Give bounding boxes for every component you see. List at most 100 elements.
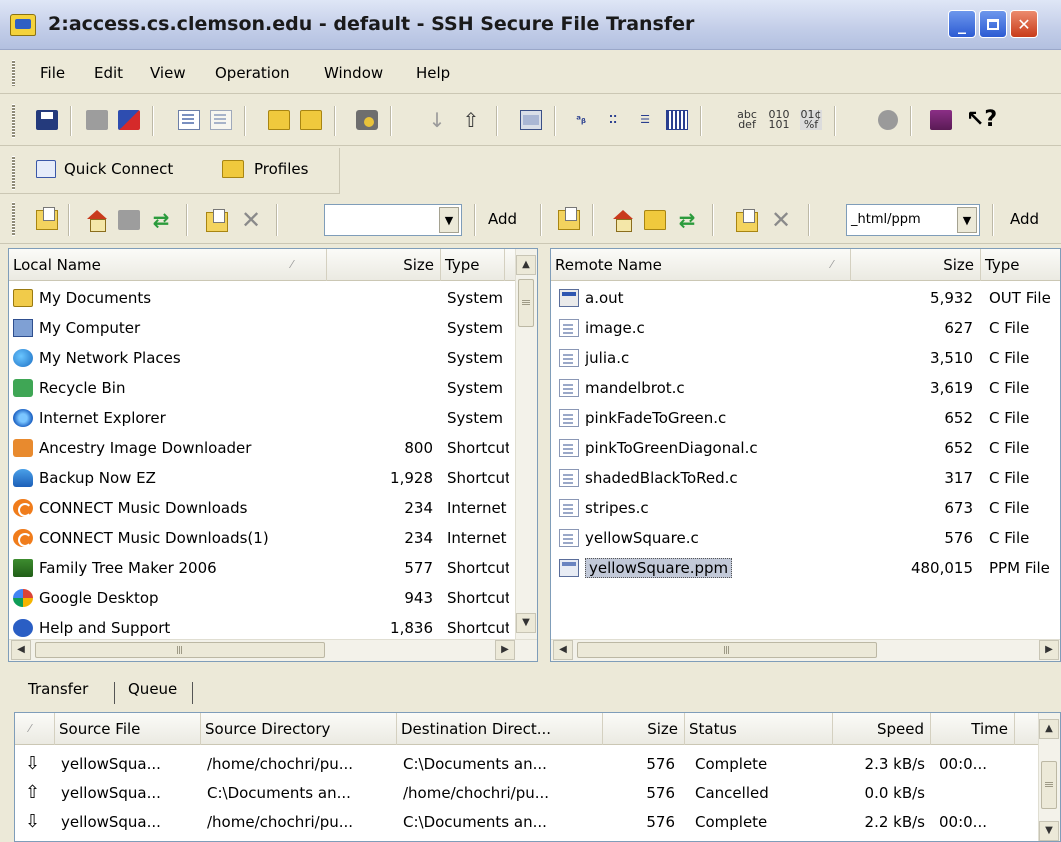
table-row[interactable]: Ancestry Image Downloader 800 Shortcut: [9, 433, 537, 463]
remote-hscroll-thumb[interactable]: [577, 642, 877, 658]
remote-new-file-icon[interactable]: [736, 209, 758, 232]
disconnect-icon[interactable]: [118, 110, 140, 130]
new-terminal-icon[interactable]: [268, 110, 290, 130]
local-vscroll-thumb[interactable]: [518, 279, 534, 327]
table-row[interactable]: mandelbrot.c 3,619 C File: [551, 373, 1060, 403]
local-delete-icon[interactable]: ✕: [240, 208, 262, 232]
menu-operation[interactable]: Operation: [215, 64, 290, 82]
status-header[interactable]: Status: [685, 713, 833, 745]
local-vertical-scrollbar[interactable]: ▲ ▼: [515, 249, 537, 639]
tab-transfer[interactable]: Transfer: [28, 680, 88, 698]
scroll-left-icon[interactable]: ◀: [553, 640, 573, 660]
table-row[interactable]: ⇩ yellowSqua... /home/chochri/pu... C:\Docu…: [15, 807, 1060, 837]
menu-view[interactable]: View: [150, 64, 186, 82]
local-add-button[interactable]: Add: [488, 210, 517, 228]
table-row[interactable]: My Computer System: [9, 313, 537, 343]
remote-refresh-icon[interactable]: ⇄: [676, 210, 698, 230]
whats-this-icon[interactable]: ↖?: [966, 109, 997, 131]
transfer-vscroll-thumb[interactable]: [1041, 761, 1057, 809]
table-row[interactable]: My Documents System: [9, 283, 537, 313]
quickbar-grip-handle[interactable]: [12, 156, 15, 190]
minimize-button[interactable]: _: [948, 10, 976, 38]
transfer-list[interactable]: ⁄ Source File Source Directory Destinati…: [14, 712, 1061, 842]
table-row[interactable]: Google Desktop 943 Shortcut: [9, 583, 537, 613]
remote-home-icon[interactable]: [612, 210, 634, 232]
list-icon[interactable]: ☰: [634, 110, 656, 130]
chevron-down-icon[interactable]: ▼: [957, 207, 977, 233]
paste-icon[interactable]: [210, 110, 232, 130]
direction-header[interactable]: ⁄: [15, 713, 55, 745]
table-row[interactable]: ⇧ yellowSqua... C:\Documents an... /home/ch…: [15, 778, 1060, 808]
scroll-down-icon[interactable]: ▼: [1039, 821, 1059, 841]
transfer-vertical-scrollbar[interactable]: ▲ ▼: [1038, 713, 1060, 841]
upload-icon[interactable]: ⇧: [460, 110, 482, 130]
source-directory-header[interactable]: Source Directory: [201, 713, 397, 745]
remote-horizontal-scrollbar[interactable]: ◀ ▶: [551, 639, 1060, 661]
remote-name-header[interactable]: Remote Name ⁄: [551, 249, 851, 281]
size-header[interactable]: Size: [603, 713, 685, 745]
local-new-folder-icon[interactable]: [118, 210, 140, 230]
table-row[interactable]: pinkToGreenDiagonal.c 652 C File: [551, 433, 1060, 463]
settings-icon[interactable]: [356, 110, 378, 130]
local-type-header[interactable]: Type: [441, 249, 505, 281]
scroll-up-icon[interactable]: ▲: [516, 255, 536, 275]
navbar-grip-handle[interactable]: [12, 202, 15, 236]
remote-delete-icon[interactable]: ✕: [770, 208, 792, 232]
local-path-combo[interactable]: ▼: [324, 204, 462, 236]
remote-new-folder-icon[interactable]: [644, 210, 666, 230]
table-row[interactable]: Family Tree Maker 2006 577 Shortcut: [9, 553, 537, 583]
maximize-button[interactable]: [979, 10, 1007, 38]
table-row[interactable]: shadedBlackToRed.c 317 C File: [551, 463, 1060, 493]
menu-grip-handle[interactable]: [12, 60, 15, 86]
table-row[interactable]: Internet Explorer System: [9, 403, 537, 433]
remote-size-header[interactable]: Size: [851, 249, 981, 281]
speed-header[interactable]: Speed: [833, 713, 931, 745]
scroll-up-icon[interactable]: ▲: [1039, 719, 1059, 739]
table-row[interactable]: CONNECT Music Downloads 234 Internet: [9, 493, 537, 523]
table-row[interactable]: a.out 5,932 OUT File: [551, 283, 1060, 313]
large-icons-icon[interactable]: ᵃᵦ: [570, 110, 592, 130]
local-hscroll-thumb[interactable]: [35, 642, 325, 658]
destination-directory-header[interactable]: Destination Direct...: [397, 713, 603, 745]
app-icon[interactable]: [10, 14, 36, 36]
table-row[interactable]: image.c 627 C File: [551, 313, 1060, 343]
remote-path-combo[interactable]: _html/ppm ▼: [846, 204, 980, 236]
profiles-button[interactable]: Profiles: [254, 160, 308, 178]
menu-file[interactable]: File: [40, 64, 65, 82]
table-row[interactable]: stripes.c 673 C File: [551, 493, 1060, 523]
scroll-right-icon[interactable]: ▶: [495, 640, 515, 660]
scroll-left-icon[interactable]: ◀: [11, 640, 31, 660]
local-new-file-icon[interactable]: [206, 209, 228, 232]
save-icon[interactable]: [36, 110, 58, 130]
quick-connect-button[interactable]: Quick Connect: [64, 160, 173, 178]
menu-help[interactable]: Help: [416, 64, 450, 82]
binary-icon[interactable]: 010 101: [768, 109, 790, 130]
table-row[interactable]: My Network Places System: [9, 343, 537, 373]
table-row[interactable]: julia.c 3,510 C File: [551, 343, 1060, 373]
table-row[interactable]: CONNECT Music Downloads(1) 234 Internet: [9, 523, 537, 553]
table-row[interactable]: ⇩ yellowSqua... /home/chochri/pu... C:\Docu…: [15, 749, 1060, 779]
table-row[interactable]: yellowSquare.ppm 480,015 PPM File: [551, 553, 1060, 583]
remote-type-header[interactable]: Type: [981, 249, 1060, 281]
chevron-down-icon[interactable]: ▼: [439, 207, 459, 233]
local-home-icon[interactable]: [86, 210, 108, 232]
disabled-icon[interactable]: [86, 110, 108, 130]
tab-queue[interactable]: Queue: [128, 680, 177, 698]
show-log-icon[interactable]: [520, 110, 542, 130]
ascii-icon[interactable]: abc def: [736, 109, 758, 130]
toolbar-grip-handle[interactable]: [12, 104, 15, 138]
local-up-folder-icon[interactable]: [36, 207, 58, 230]
menu-edit[interactable]: Edit: [94, 64, 123, 82]
copy-icon[interactable]: [178, 110, 200, 130]
table-row[interactable]: Recycle Bin System: [9, 373, 537, 403]
menu-window[interactable]: Window: [324, 64, 383, 82]
local-file-list[interactable]: Local Name ⁄ Size Type My Documents System…: [8, 248, 538, 662]
remote-add-button[interactable]: Add: [1010, 210, 1039, 228]
table-row[interactable]: Backup Now EZ 1,928 Shortcut: [9, 463, 537, 493]
remote-up-folder-icon[interactable]: [558, 207, 580, 230]
local-size-header[interactable]: Size: [327, 249, 441, 281]
scroll-right-icon[interactable]: ▶: [1039, 640, 1059, 660]
download-icon[interactable]: ↓: [426, 110, 448, 130]
source-file-header[interactable]: Source File: [55, 713, 201, 745]
time-header[interactable]: Time: [931, 713, 1015, 745]
